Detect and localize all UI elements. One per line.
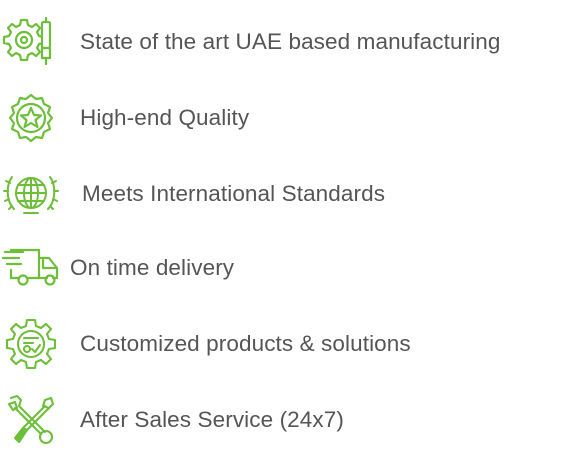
feature-label: High-end Quality bbox=[80, 105, 250, 130]
feature-item-delivery: On time delivery bbox=[0, 238, 573, 298]
feature-item-manufacturing: State of the art UAE based manufacturing bbox=[0, 12, 573, 72]
quality-badge-icon bbox=[0, 88, 62, 148]
feature-item-customized: Customized products & solutions bbox=[0, 314, 573, 374]
globe-laurel-icon bbox=[0, 164, 62, 224]
feature-label: After Sales Service (24x7) bbox=[80, 407, 344, 432]
feature-item-quality: High-end Quality bbox=[0, 88, 573, 148]
feature-label: On time delivery bbox=[70, 255, 235, 280]
tools-icon bbox=[0, 390, 62, 450]
delivery-truck-icon bbox=[0, 238, 62, 298]
customization-gear-icon bbox=[0, 314, 62, 374]
feature-item-standards: Meets International Standards bbox=[0, 164, 573, 224]
feature-item-after-sales: After Sales Service (24x7) bbox=[0, 390, 573, 450]
feature-list: State of the art UAE based manufacturing… bbox=[0, 0, 573, 457]
feature-label: State of the art UAE based manufacturing bbox=[80, 29, 501, 54]
feature-label: Customized products & solutions bbox=[80, 331, 411, 356]
feature-label: Meets International Standards bbox=[82, 181, 386, 206]
manufacturing-gear-icon bbox=[0, 12, 62, 72]
